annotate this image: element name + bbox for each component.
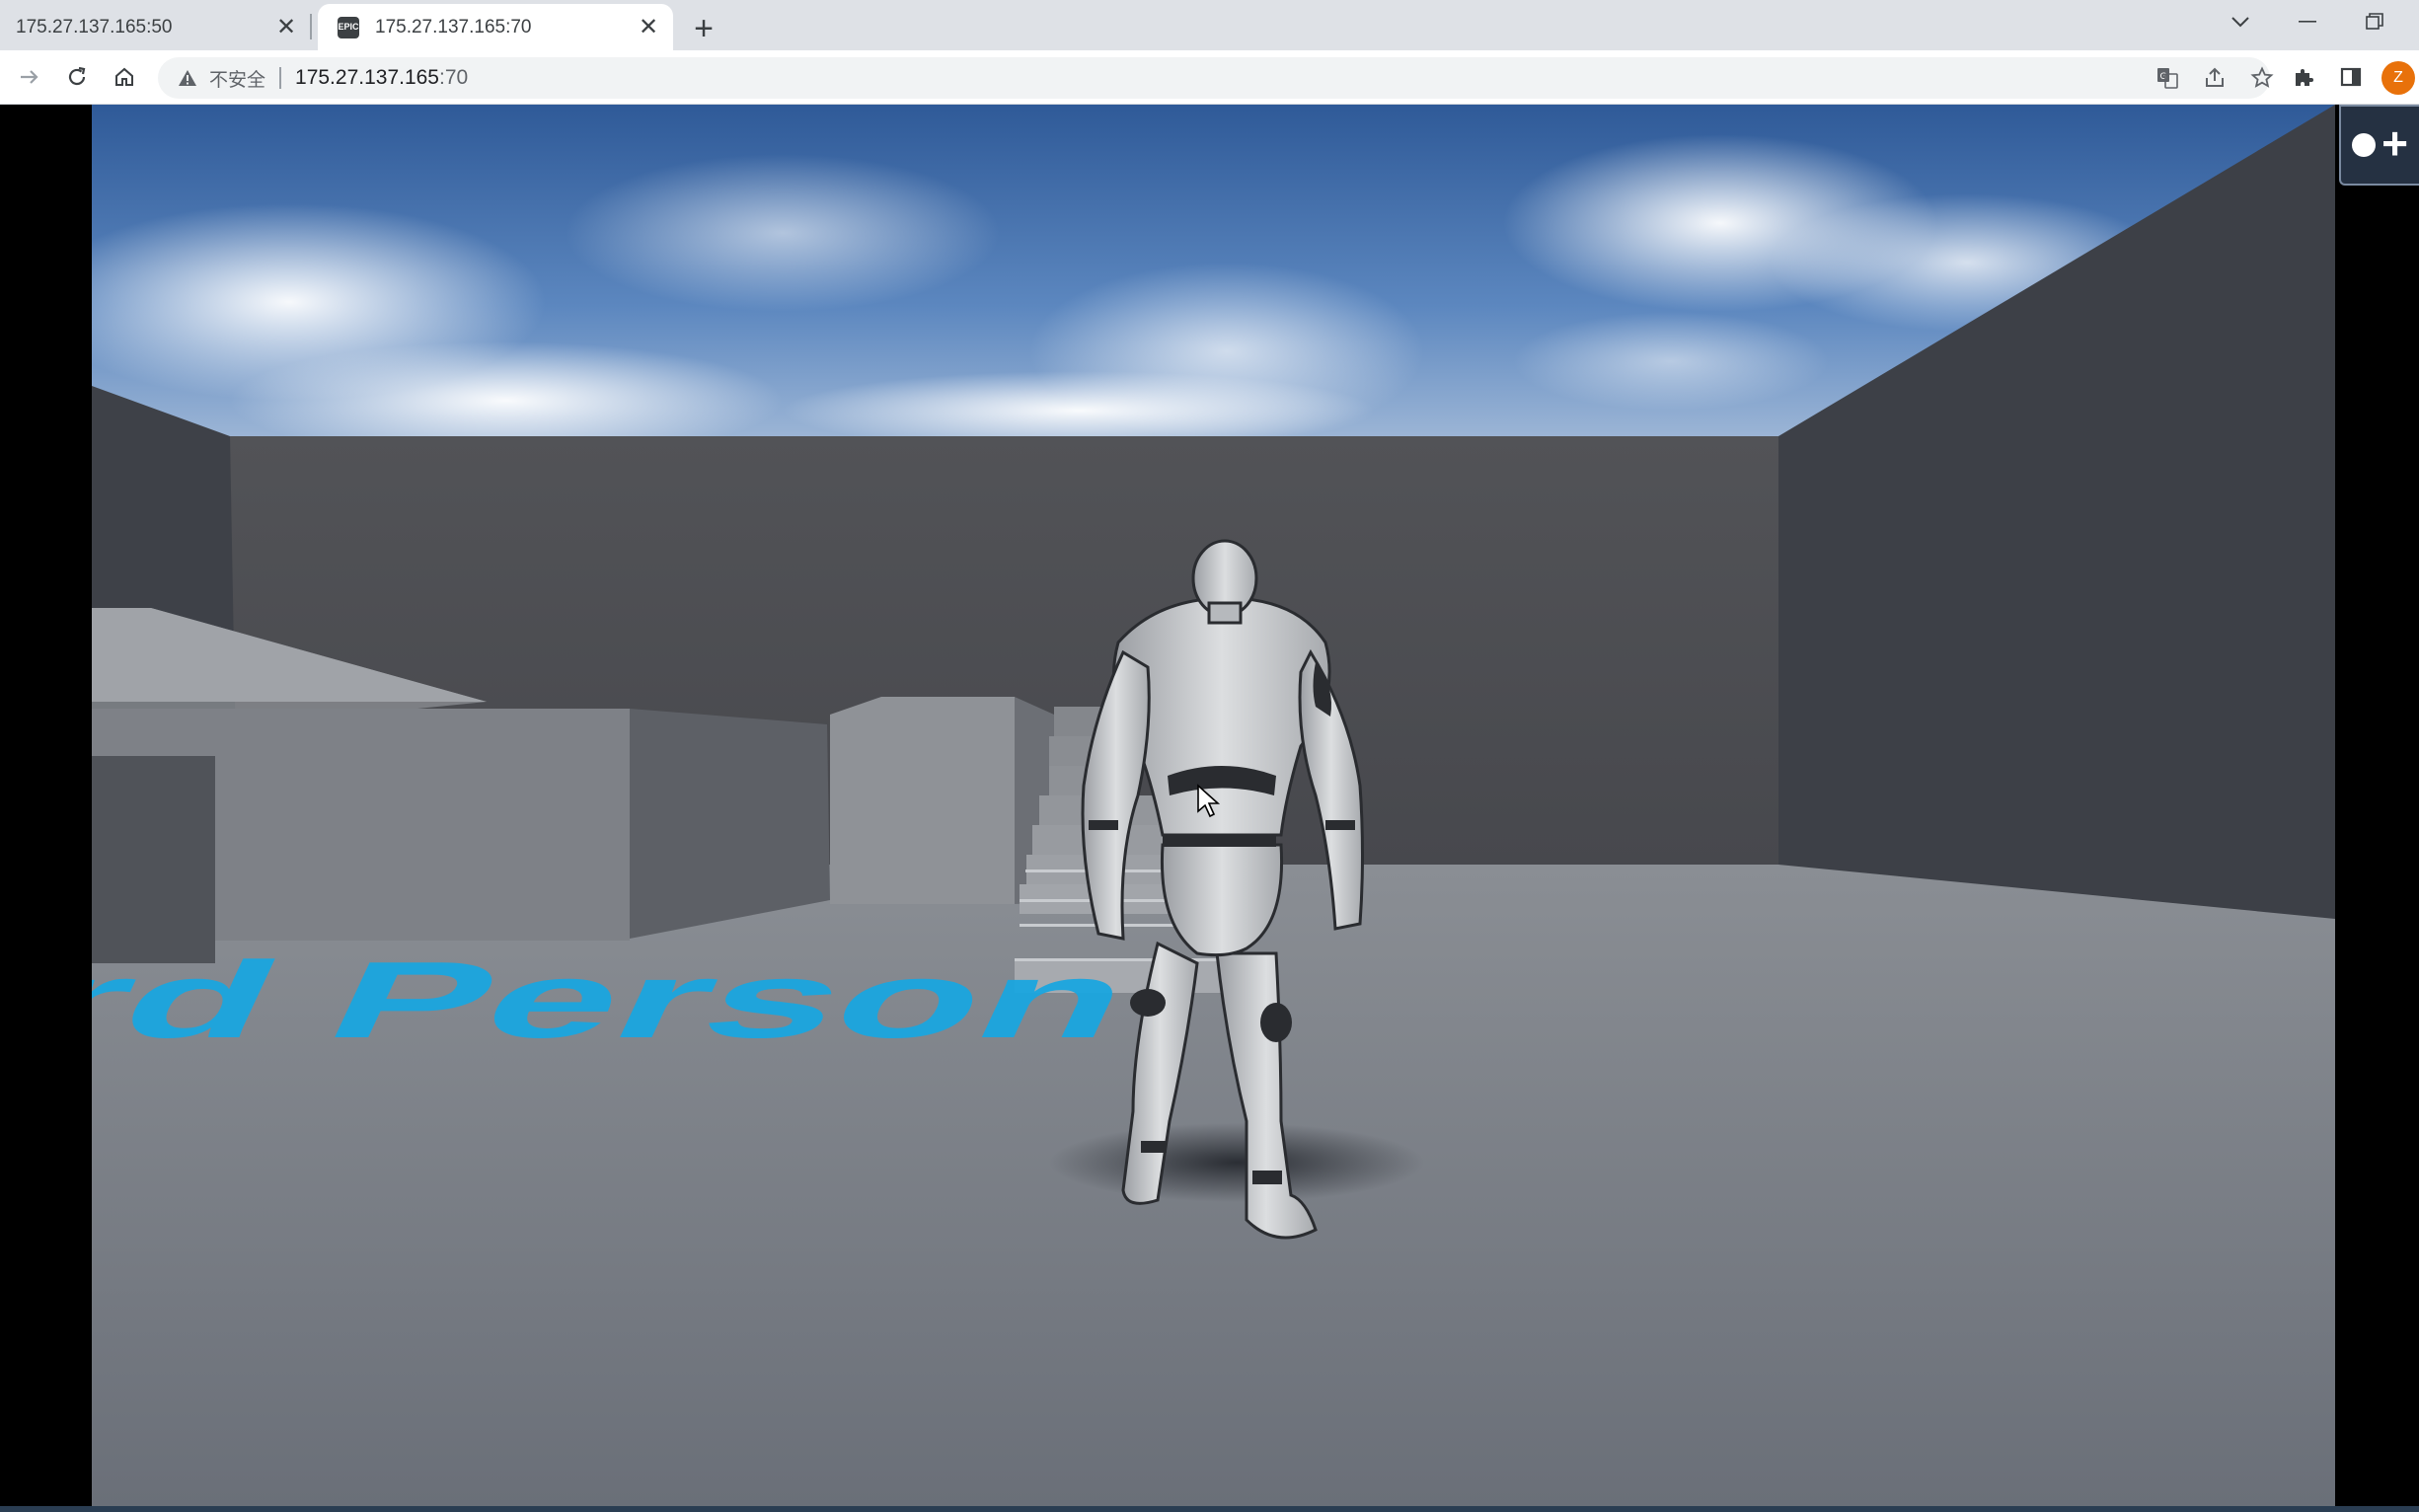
minimize-icon	[2299, 21, 2316, 23]
extensions-puzzle-icon	[2296, 69, 2313, 86]
stream-overlay-button[interactable]: +	[2339, 105, 2419, 186]
side-panel-icon	[2340, 67, 2362, 87]
character-shadow	[1049, 1123, 1424, 1202]
page-bottom-border	[0, 1506, 2419, 1512]
left-low-block	[92, 756, 215, 963]
share-icon	[2206, 67, 2224, 87]
reload-icon	[68, 66, 86, 86]
circle-icon	[2352, 133, 2377, 157]
extensions-button[interactable]	[2282, 55, 2325, 99]
home-button[interactable]	[103, 55, 146, 99]
translate-button[interactable]: G	[2150, 62, 2185, 94]
restore-button[interactable]	[2345, 0, 2404, 43]
restore-icon	[2366, 13, 2383, 30]
epic-games-logo-icon: EPIC	[338, 16, 359, 38]
url-text: 175.27.137.165:70	[295, 66, 468, 90]
close-icon[interactable]: ✕	[632, 11, 665, 44]
tab-active[interactable]: EPIC 175.27.137.165:70 ✕	[318, 4, 673, 50]
forward-icon	[21, 70, 38, 84]
tab-title: 175.27.137.165:70	[375, 16, 532, 38]
tab-inactive[interactable]: 175.27.137.165:50 ✕	[0, 4, 311, 50]
game-scene: rd Person	[92, 105, 2335, 1507]
security-label: 不安全	[209, 68, 266, 91]
close-icon[interactable]: ✕	[269, 11, 303, 44]
game-canvas[interactable]: rd Person	[92, 105, 2335, 1507]
divider	[279, 67, 282, 89]
plus-icon: +	[694, 9, 714, 47]
share-button[interactable]	[2197, 62, 2232, 94]
floor-text: rd Person	[92, 939, 1154, 1060]
url-port: :70	[439, 66, 469, 89]
tab-title: 175.27.137.165:50	[16, 16, 173, 38]
reload-button[interactable]	[55, 55, 99, 99]
address-bar[interactable]: 不安全 175.27.137.165:70 G	[158, 57, 2274, 99]
tab-search-button[interactable]	[2211, 0, 2270, 43]
left-block-side	[630, 709, 830, 939]
tab-separator	[310, 14, 312, 39]
bookmark-button[interactable]	[2244, 62, 2280, 94]
forward-button[interactable]	[8, 55, 51, 99]
warning-triangle-icon[interactable]	[176, 66, 199, 90]
browser-toolbar: 不安全 175.27.137.165:70 G Z	[0, 50, 2419, 105]
new-tab-button[interactable]: +	[683, 8, 724, 49]
page-viewport: rd Person +	[0, 105, 2419, 1512]
minimize-button[interactable]	[2278, 0, 2337, 43]
star-icon	[2250, 66, 2274, 88]
chevron-down-icon	[2231, 17, 2249, 28]
tab-strip: 175.27.137.165:50 ✕ EPIC 175.27.137.165:…	[0, 0, 2419, 50]
home-icon	[115, 67, 133, 86]
translate-icon: G	[2157, 68, 2178, 89]
side-panel-button[interactable]	[2329, 55, 2373, 99]
center-block-front	[830, 697, 1015, 904]
plus-icon: +	[2381, 117, 2408, 169]
url-host: 175.27.137.165	[295, 66, 439, 89]
profile-avatar[interactable]: Z	[2381, 61, 2415, 95]
profile-initial: Z	[2393, 69, 2403, 86]
